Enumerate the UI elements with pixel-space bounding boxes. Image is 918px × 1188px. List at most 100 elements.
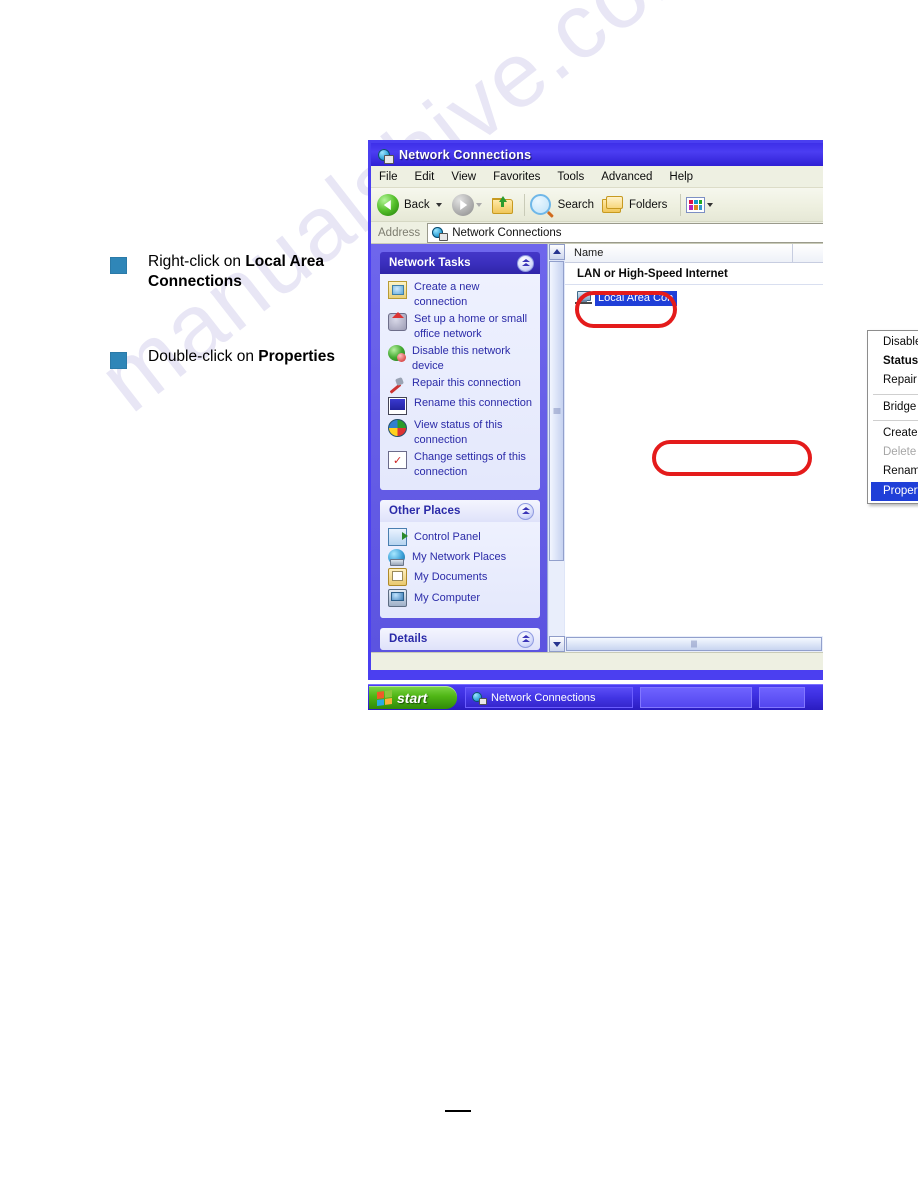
chevron-up-icon[interactable] <box>517 630 534 648</box>
scrollbar-thumb[interactable] <box>549 261 564 561</box>
my-documents-icon <box>388 568 407 587</box>
sidebar-item-label: My Computer <box>414 592 481 605</box>
sidebar-item-label: View status of this connection <box>414 419 503 446</box>
instruction-prefix: Right-click on <box>148 253 246 270</box>
address-input[interactable]: Network Connections <box>427 222 823 243</box>
list-horizontal-scrollbar[interactable] <box>565 636 823 652</box>
sidebar-item-change-settings[interactable]: Change settings of this connection <box>388 450 534 479</box>
instruction-text: Right-click on Local Area Connections <box>148 252 360 291</box>
rename-icon <box>388 397 407 416</box>
sidebar-item-my-documents[interactable]: My Documents <box>388 568 534 587</box>
network-globe-icon <box>377 147 394 164</box>
start-button[interactable]: start <box>369 686 457 709</box>
menu-edit[interactable]: Edit <box>415 171 435 183</box>
sidebar-item-setup-home-network[interactable]: Set up a home or small office network <box>388 312 534 341</box>
sidebar-scrollbar[interactable] <box>547 244 565 652</box>
windows-taskbar: start Network Connections <box>368 684 823 710</box>
panel-title: Other Places <box>389 505 461 518</box>
panel-other-places: Other Places Control Panel My Network Pl… <box>380 500 540 619</box>
bullet-square-icon <box>110 257 127 274</box>
page-footer-rule <box>445 1110 471 1112</box>
panel-body: Control Panel My Network Places My Docum… <box>380 522 540 619</box>
search-button[interactable]: Search <box>529 194 598 215</box>
panel-body: Create a new connection Set up a home or… <box>380 274 540 491</box>
context-menu-item-delete: Delete <box>883 446 917 459</box>
status-bar <box>371 652 823 670</box>
column-header-name[interactable]: Name <box>565 244 793 262</box>
address-value: Network Connections <box>452 226 562 239</box>
taskbar-item-network-connections[interactable]: Network Connections <box>465 687 633 708</box>
home-network-icon <box>388 312 407 332</box>
context-menu-item-rename[interactable]: Rename <box>868 462 918 481</box>
menu-file[interactable]: File <box>379 171 398 183</box>
task-sidebar: Network Tasks Create a new connection Se… <box>371 244 547 652</box>
sidebar-item-my-computer[interactable]: My Computer <box>388 589 534 608</box>
my-computer-icon <box>388 589 407 608</box>
context-menu-item-create-shortcut[interactable]: Create Shortcut <box>868 424 918 443</box>
chevron-down-icon <box>475 202 482 207</box>
views-button[interactable] <box>686 196 719 213</box>
my-network-places-icon <box>388 549 405 567</box>
network-connections-window: Network Connections File Edit View Favor… <box>368 140 918 680</box>
panel-header[interactable]: Details <box>380 628 540 651</box>
up-button[interactable] <box>491 195 515 214</box>
sidebar-item-create-connection[interactable]: Create a new connection <box>388 280 534 309</box>
menu-tools[interactable]: Tools <box>557 171 584 183</box>
address-bar: Address Network Connections <box>371 222 823 244</box>
menu-view[interactable]: View <box>451 171 476 183</box>
forward-button[interactable] <box>451 193 488 216</box>
context-menu-item-status[interactable]: Status <box>868 352 918 371</box>
sidebar-item-my-network-places[interactable]: My Network Places <box>388 549 534 567</box>
list-item-label: Local Area Con <box>595 291 678 306</box>
panel-header[interactable]: Network Tasks <box>380 252 540 274</box>
sidebar-item-label: Control Panel <box>414 531 481 544</box>
context-menu-separator <box>873 419 918 421</box>
scrollbar-track[interactable] <box>549 561 564 636</box>
scroll-up-button[interactable] <box>548 244 565 260</box>
toolbar: Back Search Folders <box>371 188 823 222</box>
control-panel-icon <box>388 528 408 547</box>
window-titlebar[interactable]: Network Connections <box>371 143 823 166</box>
context-menu-item-properties[interactable]: Properties <box>871 481 918 501</box>
list-group-header: LAN or High-Speed Internet <box>565 263 823 285</box>
list-item-local-area-connection[interactable]: Local Area Con <box>575 291 678 306</box>
context-menu-item-disable[interactable]: Disable <box>868 333 918 352</box>
scroll-down-button[interactable] <box>548 636 565 652</box>
sidebar-item-label: Create a new connection <box>414 281 480 308</box>
panel-header[interactable]: Other Places <box>380 500 540 523</box>
sidebar-item-view-status[interactable]: View status of this connection <box>388 418 534 447</box>
chevron-down-icon[interactable] <box>435 202 442 207</box>
views-icon <box>686 196 706 213</box>
back-button[interactable]: Back <box>377 193 448 216</box>
instruction-list: Right-click on Local Area Connections Do… <box>110 252 360 425</box>
menu-advanced[interactable]: Advanced <box>601 171 652 183</box>
scrollbar-thumb[interactable] <box>566 637 822 651</box>
folders-label: Folders <box>629 198 668 211</box>
chevron-up-icon[interactable] <box>517 254 534 272</box>
folders-icon <box>602 196 624 213</box>
context-menu-item-bridge-connections[interactable]: Bridge Connections <box>868 398 918 417</box>
address-label: Address <box>378 226 421 239</box>
sidebar-item-disable-device[interactable]: Disable this network device <box>388 344 534 373</box>
context-menu-item-repair[interactable]: Repair <box>868 371 918 390</box>
sidebar-item-control-panel[interactable]: Control Panel <box>388 528 534 547</box>
repair-icon <box>388 377 405 393</box>
folders-button[interactable]: Folders <box>602 196 671 213</box>
view-status-icon <box>388 419 407 438</box>
menu-help[interactable]: Help <box>669 171 693 183</box>
magnifier-icon <box>529 194 551 215</box>
context-menu: Disable Status Repair Bridge Connections… <box>867 330 918 504</box>
back-label: Back <box>404 198 430 211</box>
panel-title: Details <box>389 633 428 646</box>
menu-favorites[interactable]: Favorites <box>493 171 540 183</box>
sidebar-item-repair-connection[interactable]: Repair this connection <box>388 376 534 393</box>
sidebar-item-rename-connection[interactable]: Rename this connection <box>388 396 534 416</box>
toolbar-divider <box>523 193 525 216</box>
chevron-down-icon[interactable] <box>707 202 714 207</box>
menubar: File Edit View Favorites Tools Advanced … <box>371 166 823 188</box>
chevron-up-icon[interactable] <box>517 502 534 520</box>
taskbar-empty-slot <box>759 687 805 708</box>
change-settings-icon <box>388 451 407 470</box>
new-connection-icon <box>388 281 407 299</box>
connections-list: Name LAN or High-Speed Internet Local Ar… <box>565 244 918 652</box>
